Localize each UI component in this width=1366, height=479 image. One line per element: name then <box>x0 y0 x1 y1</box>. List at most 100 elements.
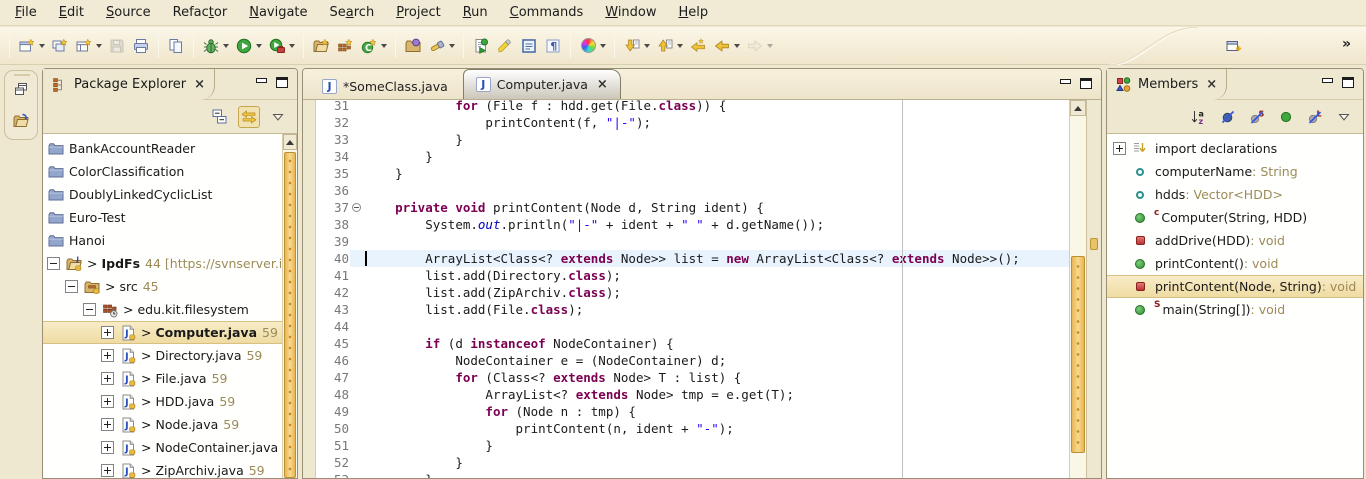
code-line-41[interactable]: 41 list.add(Directory.class); <box>303 267 1069 284</box>
tree-item-hanoi[interactable]: Hanoi <box>43 229 282 252</box>
save-button[interactable] <box>105 33 129 59</box>
next-annotation-dropdown-arrow[interactable] <box>644 44 650 48</box>
hide-local-types-button[interactable]: L <box>1304 106 1326 128</box>
code-line-39[interactable]: 39 <box>303 233 1069 250</box>
sort-button[interactable]: az <box>1188 106 1210 128</box>
expand-icon[interactable] <box>101 372 114 385</box>
collapse-icon[interactable] <box>47 257 60 270</box>
previous-annotation-dropdown-arrow[interactable] <box>677 44 683 48</box>
hide-static-members-button[interactable]: S <box>1246 106 1268 128</box>
members-tab[interactable]: Members × <box>1107 69 1227 100</box>
next-annotation-button[interactable] <box>620 33 653 59</box>
menu-commands[interactable]: Commands <box>499 1 595 24</box>
new-window-button[interactable] <box>48 33 72 59</box>
tree-item-doublylinkedcycliclist[interactable]: DoublyLinkedCyclicList <box>43 183 282 206</box>
restore-fast-views-button[interactable] <box>9 76 33 102</box>
code-line-37[interactable]: 37 private void printContent(Node d, Str… <box>303 199 1069 216</box>
print-button[interactable] <box>129 33 153 59</box>
link-with-editor-button[interactable] <box>238 106 260 128</box>
minimize-button[interactable] <box>255 77 267 88</box>
package-explorer-fast-view-button[interactable] <box>9 108 33 134</box>
tree-item-node-java[interactable]: J>Node.java59 <box>43 413 282 436</box>
expand-icon[interactable] <box>101 464 114 477</box>
tree-item-computer-java[interactable]: J>Computer.java59 <box>43 321 282 344</box>
member-printcontent[interactable]: printContent() : void <box>1107 252 1363 275</box>
member-computer-string-hdd[interactable]: cComputer(String, HDD) <box>1107 206 1363 229</box>
run-button[interactable] <box>232 33 265 59</box>
view-menu-button[interactable] <box>1333 106 1355 128</box>
minimize-button[interactable] <box>1321 77 1333 88</box>
open-perspective-button[interactable] <box>1222 33 1246 59</box>
collapse-icon[interactable] <box>83 303 96 316</box>
overview-annotation-marker[interactable] <box>1090 238 1098 250</box>
tree-item-bankaccountreader[interactable]: BankAccountReader <box>43 137 282 160</box>
show-public-only-button[interactable] <box>1275 106 1297 128</box>
editor-tab-someclass-java[interactable]: J*SomeClass.java <box>310 73 460 99</box>
open-type-button[interactable] <box>401 33 425 59</box>
code-line-33[interactable]: 33 } <box>303 131 1069 148</box>
overview-ruler[interactable] <box>1086 100 1101 478</box>
code-line-34[interactable]: 34 } <box>303 148 1069 165</box>
back-button[interactable] <box>710 33 743 59</box>
close-tab-icon[interactable]: × <box>597 77 608 92</box>
package-explorer-scrollbar[interactable] <box>282 134 297 478</box>
maximize-button[interactable] <box>1080 78 1092 89</box>
external-tools-button[interactable] <box>265 33 298 59</box>
run-dropdown-arrow[interactable] <box>256 44 262 48</box>
search-dropdown-arrow[interactable] <box>449 44 455 48</box>
tree-item-ziparchiv-java[interactable]: J>ZipArchiv.java59 <box>43 459 282 478</box>
show-source-of-element-button[interactable] <box>517 33 541 59</box>
code-line-51[interactable]: 51 } <box>303 437 1069 454</box>
fold-collapse-icon[interactable] <box>352 203 361 212</box>
menu-source[interactable]: Source <box>95 1 162 24</box>
member-adddrive-hdd[interactable]: addDrive(HDD) : void <box>1107 229 1363 252</box>
code-line-53[interactable]: 53 } <box>303 471 1069 478</box>
expand-icon[interactable] <box>101 441 114 454</box>
show-whitespace-button[interactable]: ¶ <box>541 33 565 59</box>
member-computername[interactable]: computerName : String <box>1107 160 1363 183</box>
menu-window[interactable]: Window <box>594 1 667 24</box>
code-line-47[interactable]: 47 for (Class<? extends Node> T : list) … <box>303 369 1069 386</box>
code-line-40[interactable]: 40 ArrayList<Class<? extends Node>> list… <box>303 250 1069 267</box>
editor-tab-computer-java[interactable]: JComputer.java× <box>463 69 621 99</box>
tree-item-colorclassification[interactable]: ColorClassification <box>43 160 282 183</box>
tree-item-edu-kit-filesystem[interactable]: >edu.kit.filesystem <box>43 298 282 321</box>
tree-item-file-java[interactable]: J>File.java59 <box>43 367 282 390</box>
code-line-38[interactable]: 38 System.out.println("|-" + ident + " "… <box>303 216 1069 233</box>
forward-dropdown-arrow[interactable] <box>767 44 773 48</box>
code-line-44[interactable]: 44 <box>303 318 1069 335</box>
expand-icon[interactable] <box>1113 142 1126 155</box>
menu-search[interactable]: Search <box>319 1 386 24</box>
scroll-up-button[interactable] <box>1070 100 1086 116</box>
member-hdds[interactable]: hdds : Vector<HDD> <box>1107 183 1363 206</box>
debug-dropdown-arrow[interactable] <box>223 44 229 48</box>
member-import-declarations[interactable]: import declarations <box>1107 137 1363 160</box>
menu-edit[interactable]: Edit <box>48 1 95 24</box>
forward-button[interactable] <box>743 33 776 59</box>
scrollbar-thumb[interactable] <box>284 152 296 478</box>
tree-item-src[interactable]: >src45 <box>43 275 282 298</box>
menu-help[interactable]: Help <box>668 1 720 24</box>
tree-item-euro-test[interactable]: Euro-Test <box>43 206 282 229</box>
member-main-string[interactable]: Smain(String[]) : void <box>1107 298 1363 321</box>
search-button[interactable] <box>425 33 458 59</box>
collapse-icon[interactable] <box>65 280 78 293</box>
previous-annotation-button[interactable] <box>653 33 686 59</box>
new-package-button[interactable] <box>333 33 357 59</box>
code-line-48[interactable]: 48 ArrayList<? extends Node> tmp = e.get… <box>303 386 1069 403</box>
tree-item-nodecontainer-java[interactable]: J>NodeContainer.java59 <box>43 436 282 459</box>
package-explorer-tab[interactable]: Package Explorer × <box>43 69 215 100</box>
tree-item-directory-java[interactable]: J>Directory.java59 <box>43 344 282 367</box>
last-edit-location-button[interactable] <box>686 33 710 59</box>
scrollbar-thumb[interactable] <box>1071 256 1085 453</box>
close-view-icon[interactable]: × <box>194 77 205 92</box>
new-view-dropdown-arrow[interactable] <box>96 44 102 48</box>
expand-icon[interactable] <box>101 349 114 362</box>
run-last-tool-button[interactable] <box>469 33 493 59</box>
scroll-up-button[interactable] <box>283 134 297 150</box>
menu-run[interactable]: Run <box>452 1 499 24</box>
code-line-43[interactable]: 43 list.add(File.class); <box>303 301 1069 318</box>
code-line-50[interactable]: 50 printContent(n, ident + "-"); <box>303 420 1069 437</box>
hide-fields-button[interactable] <box>1217 106 1239 128</box>
code-line-36[interactable]: 36 <box>303 182 1069 199</box>
